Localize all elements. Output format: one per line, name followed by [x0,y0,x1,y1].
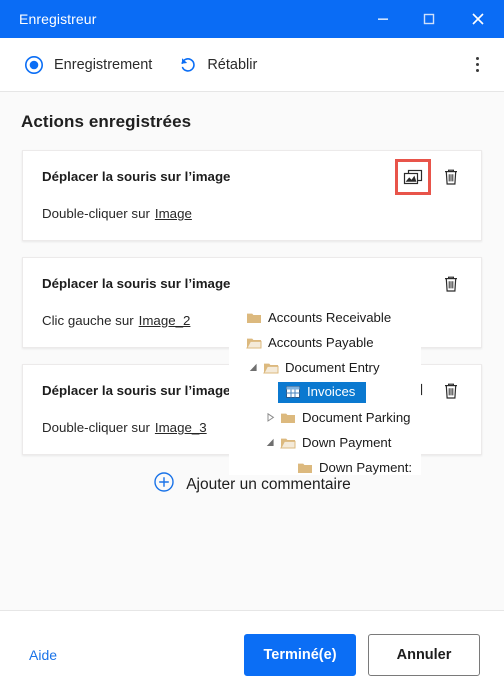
table-grid-icon [286,386,300,398]
tree-item-label: Accounts Payable [268,335,374,350]
maximize-button[interactable] [406,0,452,38]
close-icon [472,13,484,25]
action-prefix: Double-cliquer sur [42,420,150,435]
more-options-button[interactable] [464,50,490,80]
tree-item-icon [295,461,315,475]
tree-item-selected: Invoices [278,382,367,403]
record-button[interactable]: Enregistrement [17,48,158,82]
tree-item[interactable]: Accounts Payable [229,330,421,355]
action-target-link[interactable]: Image_3 [155,420,207,435]
tree-item-icon [281,385,303,399]
tree-item-icon [244,311,264,325]
folder-closed-icon [247,313,261,323]
minimize-button[interactable] [360,0,406,38]
delete-action-button[interactable] [439,272,463,296]
tree-item[interactable]: Invoices [229,380,421,405]
record-label: Enregistrement [54,56,153,73]
recorder-window: Enregistreur Enregistrement Rétablir Act… [0,0,504,699]
page-title: Actions enregistrées [21,112,192,131]
action-card-title: Déplacer la souris sur l’image [42,169,231,184]
folder-closed-icon [298,463,312,473]
tree-preview-overlay: Accounts Receivable Accounts Payable Docum… [229,305,421,475]
tree-item[interactable]: Down Payment [229,430,421,455]
folder-open-icon [280,438,296,448]
image-icon [403,169,422,185]
trash-icon [445,383,457,399]
folder-open-icon [263,363,279,373]
action-prefix: Double-cliquer sur [42,206,150,221]
undo-arrow-icon [176,54,198,76]
close-button[interactable] [452,0,504,38]
plus-circle-icon [153,471,175,498]
toolbar: Enregistrement Rétablir [0,38,504,92]
action-card-title: Déplacer la souris sur l’image [42,276,231,291]
action-target-link[interactable]: Image [155,206,192,221]
help-link[interactable]: Aide [29,647,57,663]
tree-item-icon [278,411,298,425]
tree-expander[interactable] [263,413,278,422]
expander-expanded-icon [266,438,274,446]
action-card-buttons [439,272,463,296]
action-card-title: Déplacer la souris sur l’image [42,383,231,398]
tree-item-label: Document Entry [285,360,380,375]
folder-closed-icon [281,413,295,423]
redo-label: Rétablir [207,56,258,73]
footer-bar: Aide Terminé(e) Annuler [0,610,504,699]
tree-item-label: Accounts Receivable [268,310,392,325]
add-comment-button[interactable]: Ajouter un commentaire [22,471,482,498]
expander-expanded-icon [249,363,257,371]
tree-item-label: Invoices [303,383,361,401]
trash-icon [445,169,457,185]
action-prefix: Clic gauche sur [42,313,134,328]
kebab-dot-icon [475,57,479,60]
kebab-dot-icon [475,63,479,66]
action-card-header: Déplacer la souris sur l’image [42,274,463,296]
cancel-button[interactable]: Annuler [368,634,480,676]
action-card[interactable]: Déplacer la souris sur l’image [22,150,482,241]
trash-icon [445,276,457,292]
delete-action-button[interactable] [439,379,463,403]
tree-item[interactable]: Accounts Receivable [229,305,421,330]
redo-button[interactable]: Rétablir [170,48,263,82]
tree-item-icon [261,361,281,375]
window-title: Enregistreur [19,11,97,27]
delete-action-button[interactable] [439,165,463,189]
action-card-buttons [395,159,463,195]
kebab-dot-icon [475,69,479,72]
expander-collapsed-icon [267,413,275,422]
tree-item-label: Down Payment: [319,460,413,475]
done-button[interactable]: Terminé(e) [244,634,356,676]
action-target-link[interactable]: Image_2 [139,313,191,328]
tree-item-icon [244,336,264,350]
tree-item-icon [278,436,298,450]
tree-expander[interactable] [246,363,261,372]
minimize-icon [378,18,388,20]
title-bar: Enregistreur [0,0,504,38]
image-preview-button[interactable] [395,159,431,195]
tree-item[interactable]: Down Payment: [229,455,421,475]
record-icon [23,54,45,76]
action-card-description: Double-cliquer sur Image [42,205,463,223]
folder-open-icon [246,338,262,348]
content-area: Actions enregistrées Déplacer la souris … [0,92,504,610]
tree-item-label: Document Parking [302,410,411,425]
tree-item-label: Down Payment [302,435,392,450]
tree-item[interactable]: Document Parking [229,405,421,430]
tree-item[interactable]: Document Entry [229,355,421,380]
add-comment-label: Ajouter un commentaire [186,475,351,493]
tree-expander[interactable] [263,438,278,447]
maximize-icon [423,13,435,25]
action-card-header: Déplacer la souris sur l’image [42,159,463,195]
